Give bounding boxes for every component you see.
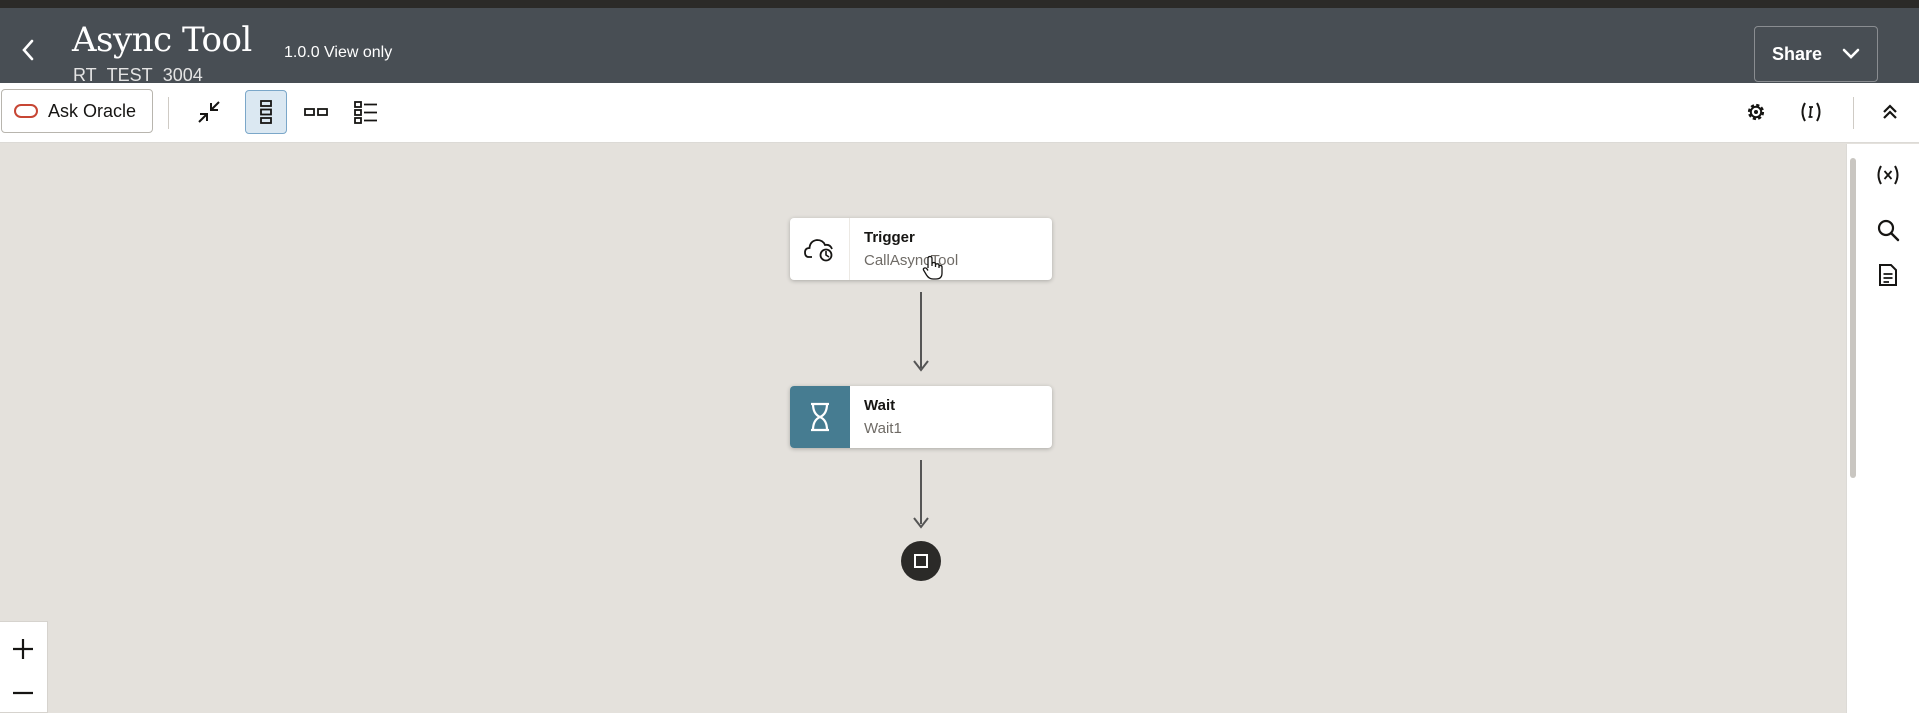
- horizontal-layout-button[interactable]: [295, 90, 337, 134]
- toolbar-divider: [168, 97, 169, 129]
- settings-button[interactable]: [1735, 90, 1777, 134]
- end-node[interactable]: [901, 541, 941, 581]
- collapse-header-button[interactable]: [1869, 90, 1911, 134]
- top-strip: [0, 0, 1919, 8]
- oracle-logo-icon: [14, 104, 38, 118]
- hand-pointer-cursor-icon: [922, 255, 943, 280]
- document-button[interactable]: [1872, 259, 1904, 291]
- collapse-up-icon: [1883, 104, 1897, 119]
- zoom-controls: [0, 621, 48, 713]
- trigger-node-name: CallAsyncTool: [864, 252, 959, 269]
- chevron-down-icon: [1842, 48, 1860, 59]
- zoom-out-button[interactable]: [6, 676, 40, 710]
- page-header: Async Tool RT_TEST_3004 1.0.0 View only …: [0, 8, 1919, 85]
- share-label: Share: [1771, 43, 1823, 64]
- zoom-out-icon: [13, 691, 33, 695]
- vertical-layout-button[interactable]: [245, 90, 287, 134]
- toolbar-divider-right: [1853, 97, 1854, 129]
- document-icon: [1879, 264, 1897, 286]
- variables-icon: [1877, 165, 1899, 185]
- search-icon: [1877, 219, 1900, 242]
- stop-square-icon: [914, 554, 928, 568]
- wait-node-name: Wait1: [864, 420, 902, 437]
- hourglass-icon: [811, 402, 829, 432]
- pseudo-layout-button[interactable]: [345, 90, 387, 134]
- horizontal-layout-icon: [304, 108, 328, 116]
- zoom-in-icon: [13, 639, 33, 659]
- integration-properties-button[interactable]: [1790, 90, 1832, 134]
- wait-node[interactable]: Wait Wait1: [790, 386, 1052, 448]
- trigger-node-icon-box: [790, 218, 850, 280]
- trigger-node[interactable]: Trigger CallAsyncTool: [790, 218, 1052, 280]
- wait-node-icon-box: [790, 386, 850, 448]
- version-status: 1.0.0 View only: [284, 44, 393, 61]
- wait-node-type: Wait: [864, 397, 896, 414]
- collapse-icon: [198, 101, 220, 123]
- ask-oracle-label: Ask Oracle: [48, 100, 137, 121]
- search-button[interactable]: [1872, 214, 1904, 246]
- canvas-scrollbar-thumb[interactable]: [1850, 158, 1856, 478]
- settings-gear-icon: [1747, 103, 1765, 121]
- canvas-toolbar: Ask Oracle: [0, 83, 1919, 143]
- cloud-trigger-icon: [803, 239, 833, 262]
- variables-button[interactable]: [1872, 159, 1904, 191]
- zoom-in-button[interactable]: [6, 632, 40, 666]
- share-button[interactable]: Share: [1754, 26, 1878, 82]
- integration-title: Async Tool: [72, 20, 252, 60]
- back-button[interactable]: [12, 34, 44, 66]
- chevron-left-icon: [22, 39, 34, 61]
- trigger-node-type: Trigger: [864, 229, 915, 246]
- vertical-layout-icon: [260, 100, 272, 124]
- ask-oracle-button[interactable]: Ask Oracle: [1, 89, 153, 133]
- integration-properties-icon: [1801, 102, 1821, 122]
- pseudo-layout-icon: [354, 101, 377, 124]
- collapse-button[interactable]: [188, 90, 230, 134]
